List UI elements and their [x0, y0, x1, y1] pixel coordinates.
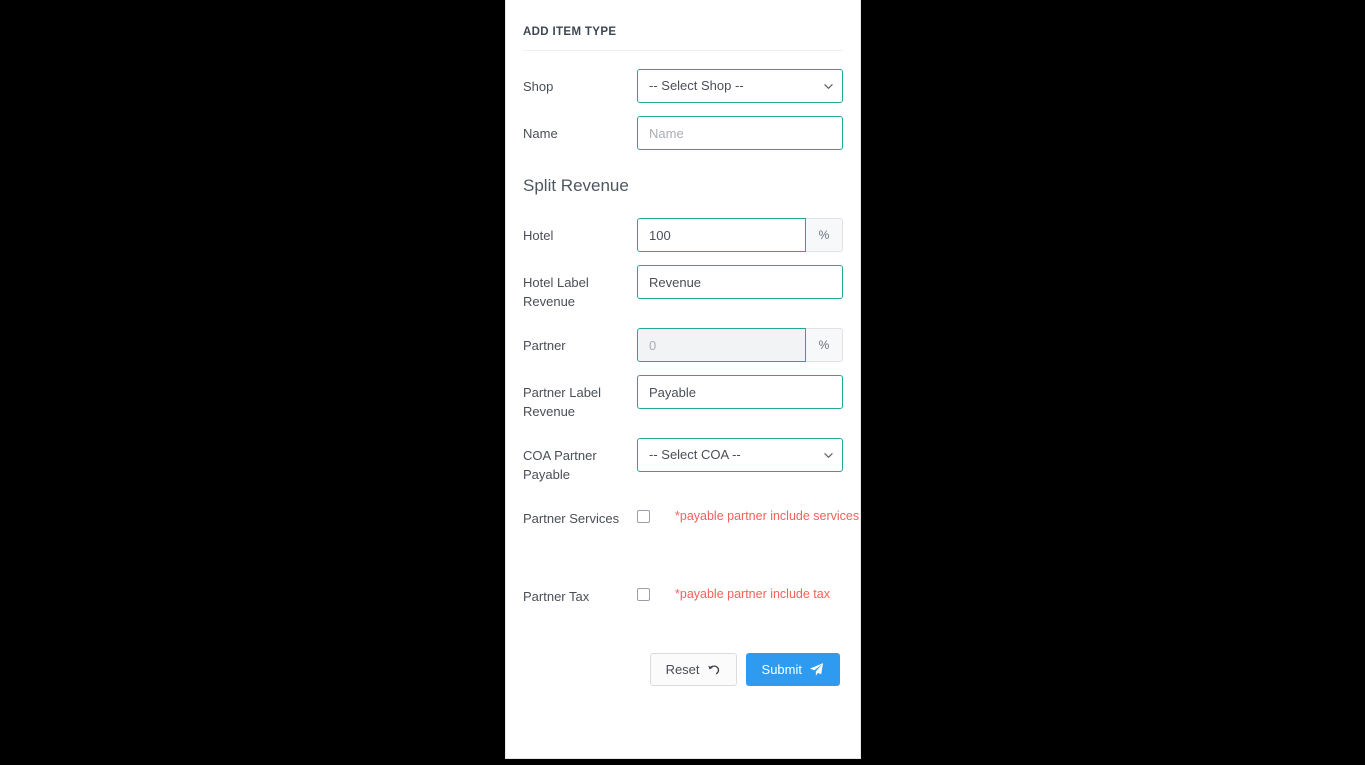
label-partner-tax: Partner Tax — [523, 589, 590, 604]
partner-tax-checkbox[interactable] — [637, 588, 650, 601]
hotel-input-group: % — [637, 218, 843, 252]
control-col-hotel-label-revenue — [637, 265, 843, 299]
shop-select[interactable]: -- Select Shop -- — [637, 69, 843, 103]
field-row-partner-label-revenue: Partner Label Revenue — [523, 375, 843, 421]
hotel-label-revenue-input[interactable] — [637, 265, 843, 299]
field-row-hotel: Hotel % — [523, 218, 843, 252]
checkbox-col-partner-services — [637, 501, 675, 523]
label-shop: Shop — [523, 79, 554, 94]
reset-button[interactable]: Reset — [649, 653, 737, 686]
partner-label-revenue-input[interactable] — [637, 375, 843, 409]
screen: ADD ITEM TYPE Shop -- Select Shop -- Nam… — [0, 0, 1365, 765]
hint-partner-services: *payable partner include services — [675, 509, 860, 523]
control-col-partner: % — [637, 328, 843, 362]
label-col-shop: Shop — [523, 69, 637, 96]
coa-select-wrap: -- Select COA -- — [637, 438, 843, 472]
label-col-hotel-label-revenue: Hotel Label Revenue — [523, 265, 637, 311]
coa-partner-payable-select[interactable]: -- Select COA -- — [637, 438, 843, 472]
shop-select-wrap: -- Select Shop -- — [637, 69, 843, 103]
partner-input-group: % — [637, 328, 843, 362]
submit-button-label: Submit — [761, 662, 802, 677]
label-col-partner-label-revenue: Partner Label Revenue — [523, 375, 637, 421]
control-col-name — [637, 116, 843, 150]
label-partner: Partner — [523, 338, 566, 353]
label-coa-partner-payable: COA Partner Payable — [523, 448, 597, 482]
label-hotel: Hotel — [523, 228, 554, 243]
hotel-percent-input[interactable] — [637, 218, 806, 252]
control-col-hotel: % — [637, 218, 843, 252]
partner-services-checkbox[interactable] — [637, 510, 650, 523]
percent-addon-partner: % — [806, 328, 843, 362]
percent-addon-hotel: % — [806, 218, 843, 252]
field-row-name: Name — [523, 116, 843, 150]
section-heading-split-revenue: Split Revenue — [523, 176, 629, 195]
label-col-partner-tax: Partner Tax — [523, 579, 637, 606]
submit-button[interactable]: Submit — [745, 653, 840, 686]
undo-icon — [707, 663, 721, 677]
label-name: Name — [523, 126, 558, 141]
label-col-partner-services: Partner Services — [523, 501, 637, 528]
add-item-type-card: ADD ITEM TYPE Shop -- Select Shop -- Nam… — [505, 0, 861, 759]
label-hotel-label-revenue: Hotel Label Revenue — [523, 275, 589, 309]
page-title: ADD ITEM TYPE — [523, 26, 617, 38]
field-row-hotel-label-revenue: Hotel Label Revenue — [523, 265, 843, 311]
paper-plane-icon — [809, 662, 824, 677]
card-header: ADD ITEM TYPE — [523, 0, 843, 51]
label-col-coa-partner-payable: COA Partner Payable — [523, 438, 637, 484]
field-row-coa-partner-payable: COA Partner Payable -- Select COA -- — [523, 438, 843, 484]
label-partner-services: Partner Services — [523, 511, 620, 526]
label-col-partner: Partner — [523, 328, 637, 355]
label-col-hotel: Hotel — [523, 218, 637, 245]
field-row-partner: Partner % — [523, 328, 843, 362]
field-row-partner-tax: Partner Tax *payable partner include tax — [523, 579, 843, 613]
field-row-partner-services: Partner Services *payable partner includ… — [523, 501, 859, 535]
partner-percent-input[interactable] — [637, 328, 806, 362]
form-body: Shop -- Select Shop -- Name Name Split R… — [523, 51, 859, 686]
label-col-name: Name — [523, 116, 637, 143]
form-actions: Reset Submit — [523, 653, 843, 686]
label-partner-label-revenue: Partner Label Revenue — [523, 385, 602, 419]
field-row-shop: Shop -- Select Shop -- — [523, 69, 843, 103]
reset-button-label: Reset — [665, 662, 700, 677]
name-input[interactable] — [637, 116, 843, 150]
checkbox-col-partner-tax — [637, 579, 675, 601]
control-col-partner-label-revenue — [637, 375, 843, 409]
hint-partner-tax: *payable partner include tax — [675, 587, 830, 601]
control-col-shop: -- Select Shop -- — [637, 69, 843, 103]
control-col-coa-partner-payable: -- Select COA -- — [637, 438, 843, 472]
